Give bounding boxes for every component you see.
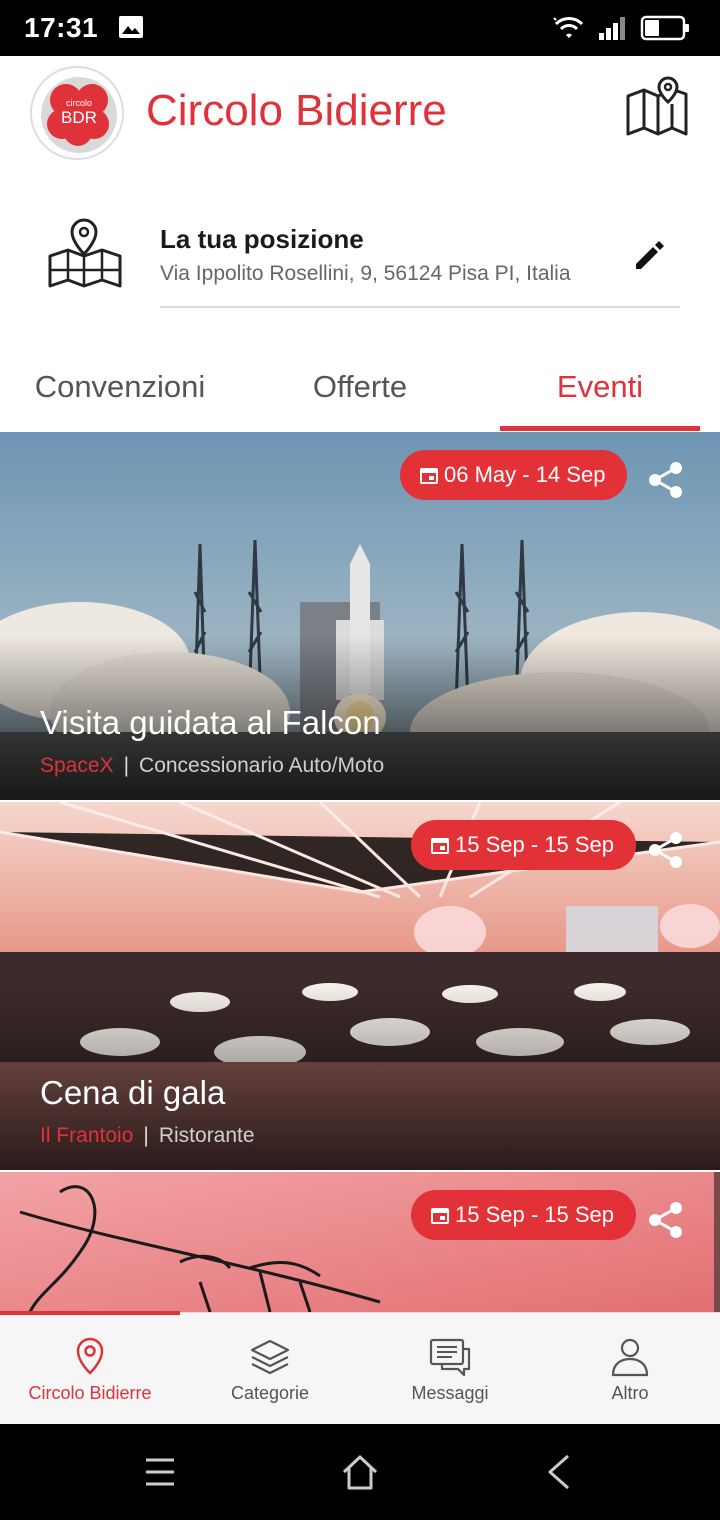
- calendar-icon: [431, 1208, 449, 1224]
- bottom-navigation: Circolo Bidierre Categorie Messaggi Altr…: [0, 1311, 720, 1425]
- logo-flower-icon: circolo BDR: [35, 71, 122, 158]
- location-address: Via Ippolito Rosellini, 9, 56124 Pisa PI…: [160, 262, 571, 285]
- tab-active-indicator: [500, 426, 700, 431]
- event-date-range: 15 Sep - 15 Sep: [455, 1202, 615, 1227]
- location-divider: [160, 306, 680, 308]
- event-card[interactable]: 15 Sep - 15 Sep Cena di gala Il Frantoio…: [0, 802, 720, 1170]
- separator: |: [143, 1124, 149, 1147]
- event-subtitle: Il Frantoio | Ristorante: [40, 1124, 255, 1148]
- share-icon[interactable]: [646, 1200, 686, 1240]
- event-card[interactable]: 15 Sep - 15 Sep: [0, 1172, 720, 1312]
- logo-text-top: circolo: [66, 98, 92, 108]
- nav-label: Categorie: [230, 1383, 310, 1403]
- back-icon[interactable]: [540, 1452, 580, 1492]
- location-pin-icon: [76, 1337, 104, 1375]
- logo-text: BDR: [61, 108, 97, 127]
- tab-convenzioni[interactable]: Convenzioni: [0, 346, 240, 432]
- nav-label: Altro: [611, 1383, 649, 1403]
- app-logo: circolo BDR: [30, 66, 124, 160]
- nav-label: Circolo Bidierre: [28, 1383, 152, 1403]
- separator: |: [123, 754, 130, 777]
- event-subtitle: SpaceX | Concessionario Auto/Moto: [40, 754, 384, 778]
- status-icons: [552, 10, 690, 46]
- event-date-badge: 15 Sep - 15 Sep: [411, 820, 637, 870]
- edit-pencil-icon[interactable]: [630, 236, 668, 274]
- app-title: Circolo Bidierre: [146, 86, 447, 135]
- event-date-badge: 15 Sep - 15 Sep: [411, 1190, 637, 1240]
- gallery-notification-icon: [119, 16, 143, 38]
- event-brand: SpaceX: [40, 754, 114, 777]
- person-icon: [611, 1338, 649, 1377]
- tab-eventi[interactable]: Eventi: [480, 346, 720, 432]
- status-bar: 17:31: [0, 0, 720, 56]
- app-header: circolo BDR Circolo Bidierre: [0, 56, 720, 168]
- battery-icon: [640, 15, 689, 41]
- share-icon[interactable]: [646, 460, 686, 500]
- location-section[interactable]: La tua posizione Via Ippolito Rosellini,…: [0, 196, 720, 320]
- event-date-range: 15 Sep - 15 Sep: [455, 832, 615, 857]
- location-map-icon: [48, 218, 122, 288]
- menu-icon[interactable]: [140, 1452, 180, 1492]
- event-category: Concessionario Auto/Moto: [139, 754, 385, 777]
- home-icon[interactable]: [340, 1452, 380, 1492]
- event-date-range: 06 May - 14 Sep: [444, 462, 606, 487]
- nav-item-altro[interactable]: Altro: [540, 1313, 720, 1425]
- location-title: La tua posizione: [160, 224, 364, 254]
- share-icon[interactable]: [646, 830, 686, 870]
- calendar-icon: [431, 838, 449, 854]
- event-category: Ristorante: [158, 1124, 255, 1147]
- layers-icon: [250, 1339, 290, 1375]
- status-time: 17:31: [24, 12, 99, 43]
- event-date-badge: 06 May - 14 Sep: [400, 450, 628, 500]
- event-brand: Il Frantoio: [40, 1124, 134, 1147]
- event-title: Visita guidata al Falcon: [40, 704, 381, 741]
- tab-bar: Convenzioni Offerte Eventi: [0, 346, 720, 432]
- wifi-icon: [553, 17, 584, 38]
- nav-item-messaggi[interactable]: Messaggi: [360, 1313, 540, 1425]
- map-icon[interactable]: [624, 74, 690, 140]
- event-title: Cena di gala: [40, 1074, 226, 1111]
- chat-icon: [429, 1338, 471, 1377]
- nav-label: Messaggi: [411, 1383, 489, 1403]
- nav-item-circolo-bidierre[interactable]: Circolo Bidierre: [0, 1313, 180, 1425]
- signal-icon: [599, 17, 625, 40]
- calendar-icon: [420, 468, 438, 484]
- tab-offerte[interactable]: Offerte: [240, 346, 480, 432]
- system-navigation-bar: [0, 1424, 720, 1520]
- event-card[interactable]: 06 May - 14 Sep Visita guidata al Falcon…: [0, 432, 720, 800]
- nav-item-categorie[interactable]: Categorie: [180, 1313, 360, 1425]
